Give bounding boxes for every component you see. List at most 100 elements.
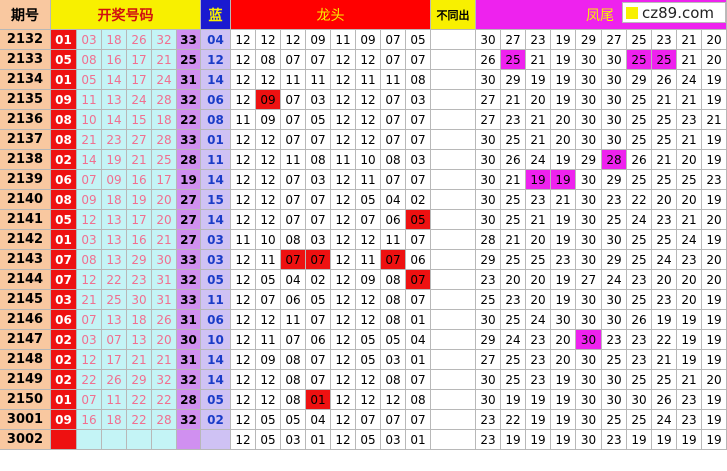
- header-not-same: 不同出: [431, 0, 476, 30]
- winning-number: 20: [152, 210, 177, 230]
- dragon-head-value: 06: [381, 210, 406, 230]
- winning-number: [102, 430, 127, 450]
- phoenix-tail-value: 20: [702, 250, 727, 270]
- dragon-head-value: 10: [356, 150, 381, 170]
- issue-number: 2136: [0, 110, 51, 130]
- winning-number: 17: [127, 50, 152, 70]
- dragon-head-value: 12: [231, 270, 256, 290]
- winning-number: 16: [127, 230, 152, 250]
- winning-number: 07: [51, 270, 77, 290]
- phoenix-tail-value: 19: [702, 410, 727, 430]
- winning-number: 16: [77, 410, 102, 430]
- issue-number: 2141: [0, 210, 51, 230]
- phoenix-tail-value: 25: [652, 230, 677, 250]
- winning-number: 02: [51, 350, 77, 370]
- phoenix-tail-value: 25: [501, 130, 526, 150]
- header-dragon-head: 龙头: [231, 0, 431, 30]
- dragon-head-value: 12: [331, 290, 356, 310]
- issue-number: 2150: [0, 390, 51, 410]
- not-same-cell: [431, 90, 476, 110]
- dragon-head-value: 01: [306, 430, 331, 450]
- phoenix-tail-value: 26: [627, 150, 652, 170]
- phoenix-tail-value: 30: [602, 90, 627, 110]
- dragon-head-value: 07: [306, 310, 331, 330]
- dragon-head-value: 01: [406, 430, 431, 450]
- phoenix-tail-value: 30: [602, 290, 627, 310]
- dragon-head-value: 11: [256, 330, 281, 350]
- phoenix-tail-value: 30: [627, 390, 652, 410]
- phoenix-tail-value: 20: [652, 270, 677, 290]
- winning-number: 09: [51, 90, 77, 110]
- dragon-head-value: 12: [256, 150, 281, 170]
- phoenix-tail-value: 19: [551, 290, 576, 310]
- phoenix-tail-value: 20: [526, 290, 551, 310]
- winning-number: 12: [77, 270, 102, 290]
- dragon-head-value: 03: [406, 90, 431, 110]
- phoenix-tail-value: 29: [576, 30, 602, 50]
- dragon-head-value: 12: [356, 110, 381, 130]
- dragon-head-value: 09: [256, 350, 281, 370]
- phoenix-tail-value: 19: [551, 90, 576, 110]
- phoenix-tail-value: 26: [652, 390, 677, 410]
- winning-number: 31: [152, 290, 177, 310]
- dragon-head-value: 12: [331, 70, 356, 90]
- dragon-head-value: 07: [281, 50, 306, 70]
- dragon-head-value: 03: [306, 170, 331, 190]
- blue-ball: 02: [201, 410, 231, 430]
- dragon-head-value: 12: [356, 290, 381, 310]
- blue-ball: 03: [201, 250, 231, 270]
- dragon-head-value: 07: [281, 210, 306, 230]
- phoenix-tail-value: 23: [602, 190, 627, 210]
- phoenix-tail-value: 20: [551, 330, 576, 350]
- dragon-head-value: 05: [256, 430, 281, 450]
- phoenix-tail-value: 26: [627, 310, 652, 330]
- dragon-head-value: 11: [256, 250, 281, 270]
- phoenix-tail-value: 29: [476, 330, 501, 350]
- dragon-head-value: 12: [331, 210, 356, 230]
- winning-number: 02: [51, 370, 77, 390]
- phoenix-tail-value: 19: [526, 410, 551, 430]
- phoenix-tail-value: 30: [576, 370, 602, 390]
- phoenix-tail-value: 30: [576, 430, 602, 450]
- phoenix-tail-value: 25: [501, 250, 526, 270]
- phoenix-tail-value: 23: [476, 410, 501, 430]
- dragon-head-value: 12: [331, 190, 356, 210]
- winning-number: 33: [177, 290, 201, 310]
- issue-number: 2146: [0, 310, 51, 330]
- winning-number: 31: [177, 70, 201, 90]
- issue-number: 2145: [0, 290, 51, 310]
- winning-number: 21: [77, 130, 102, 150]
- phoenix-tail-value: 29: [627, 70, 652, 90]
- phoenix-tail-value: 21: [526, 130, 551, 150]
- winning-number: 08: [51, 130, 77, 150]
- winning-number: 29: [127, 370, 152, 390]
- winning-number: 32: [177, 90, 201, 110]
- phoenix-tail-value: 19: [702, 390, 727, 410]
- dragon-head-value: 12: [356, 370, 381, 390]
- phoenix-tail-value: 30: [602, 70, 627, 90]
- phoenix-tail-value: 27: [602, 30, 627, 50]
- phoenix-tail-value: 30: [476, 190, 501, 210]
- blue-ball: 14: [201, 210, 231, 230]
- phoenix-tail-value: 25: [501, 190, 526, 210]
- winning-number: 21: [127, 150, 152, 170]
- site-logo[interactable]: cz89.com: [622, 2, 726, 23]
- issue-number: 2143: [0, 250, 51, 270]
- winning-number: 18: [102, 30, 127, 50]
- not-same-cell: [431, 430, 476, 450]
- phoenix-tail-value: 19: [702, 130, 727, 150]
- dragon-head-value: 12: [231, 350, 256, 370]
- dragon-head-value: 06: [281, 290, 306, 310]
- not-same-cell: [431, 30, 476, 50]
- dragon-head-value: 11: [281, 310, 306, 330]
- dragon-head-value: 12: [231, 370, 256, 390]
- winning-number: 27: [177, 230, 201, 250]
- dragon-head-value: 11: [331, 150, 356, 170]
- phoenix-tail-value: 25: [627, 370, 652, 390]
- phoenix-tail-value: 30: [551, 310, 576, 330]
- not-same-cell: [431, 390, 476, 410]
- winning-number: 33: [177, 30, 201, 50]
- phoenix-tail-value: 21: [677, 30, 702, 50]
- dragon-head-value: 11: [381, 70, 406, 90]
- phoenix-tail-value: 30: [476, 30, 501, 50]
